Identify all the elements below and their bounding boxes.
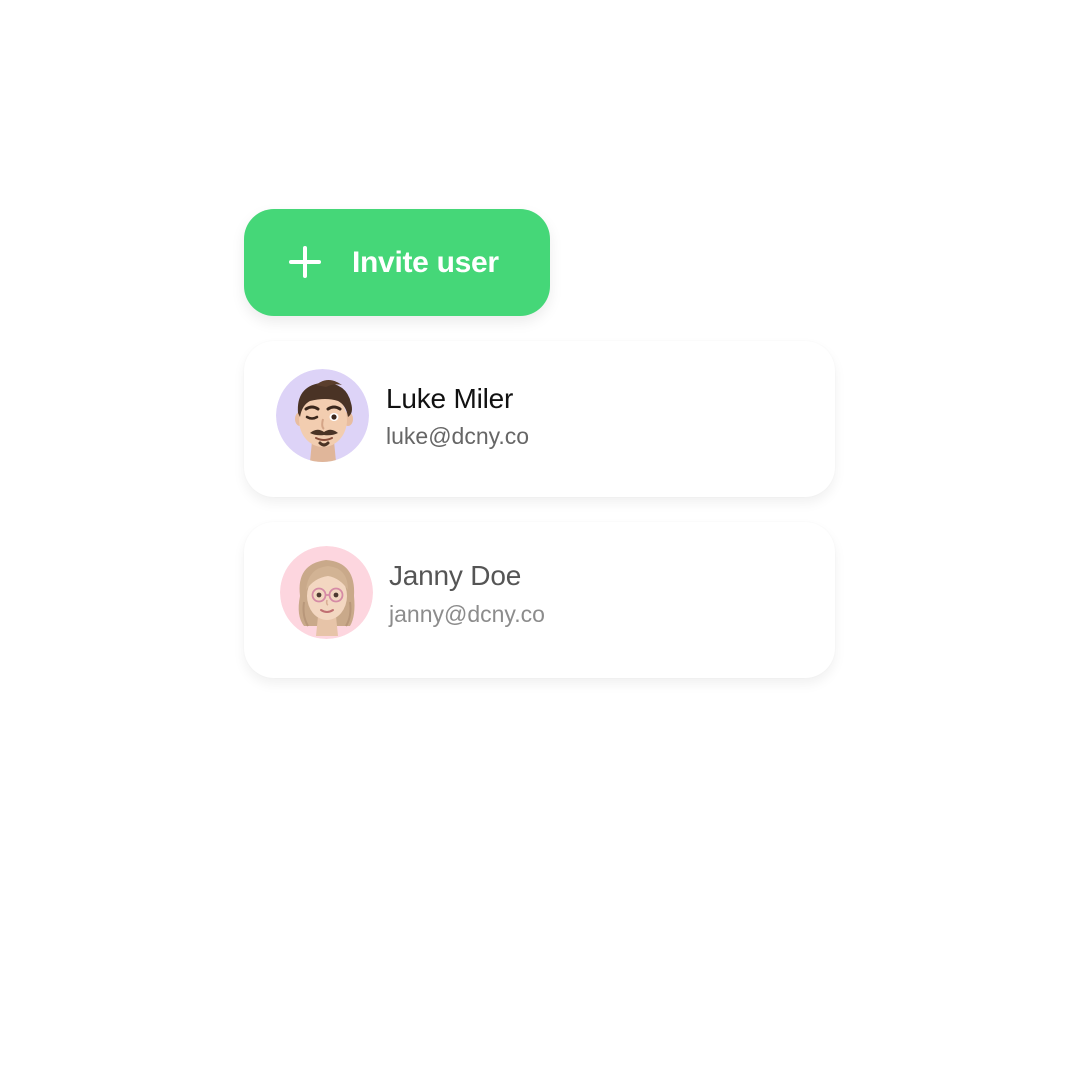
avatar <box>280 546 373 639</box>
user-email: luke@dcny.co <box>386 423 530 449</box>
avatar <box>276 369 369 462</box>
user-card[interactable]: Luke Miler luke@dcny.co <box>244 341 835 497</box>
memoji-man-winking-icon <box>276 369 369 462</box>
plus-icon <box>288 245 322 279</box>
invite-user-button[interactable]: Invite user <box>244 209 550 316</box>
canvas: Invite user Luke Miler luke@dcny.co Jann… <box>0 0 1080 1080</box>
user-card[interactable]: Janny Doe janny@dcny.co <box>244 522 835 678</box>
invite-user-label: Invite user <box>352 245 499 279</box>
user-name: Luke Miler <box>386 383 514 414</box>
memoji-woman-glasses-icon <box>280 546 373 639</box>
user-name: Janny Doe <box>389 560 522 591</box>
user-email: janny@dcny.co <box>389 601 545 627</box>
